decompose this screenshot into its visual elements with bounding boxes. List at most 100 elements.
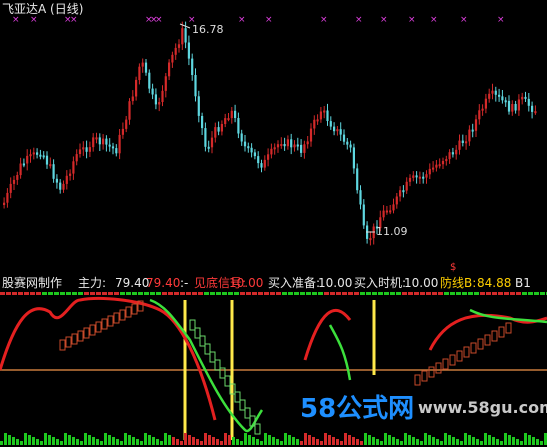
volume-bar [372,437,375,445]
volume-bar [368,435,371,445]
band-cell [414,292,419,295]
band-cell [72,292,77,295]
watermark-url: www.58gu.com [418,398,547,417]
volume-bar [76,439,79,445]
volume-bar [228,435,231,445]
band-cell [264,292,269,295]
band-cell [474,292,479,295]
band-cell [348,292,353,295]
band-cell [498,292,503,295]
volume-bar [460,441,463,445]
volume-bar [40,441,43,445]
band-cell [456,292,461,295]
step-box [83,327,90,339]
volume-bar [376,439,379,445]
volume-bar [440,441,443,445]
step-box [477,338,484,350]
band-cell [522,292,527,295]
volume-bar [124,433,127,445]
volume-bar [172,437,175,445]
volume-bar [296,439,299,445]
stock-chart[interactable]: × × ×× ××× × × × × × × × × × × [0,0,547,447]
volume-bar [476,439,479,445]
volume-bar [192,437,195,445]
step-box [414,374,421,386]
volume-bar [248,435,251,445]
band-cell [468,292,473,295]
step-box [71,333,78,345]
watermark-logo: 58公式网 [300,394,415,424]
band-cell [210,292,215,295]
volume-bar [428,435,431,445]
volume-bar [176,439,179,445]
volume-bar [200,441,203,445]
band-cell [366,292,371,295]
band-cell [534,292,539,295]
step-box [498,326,505,338]
volume-bar [48,435,51,445]
volume-bar [4,433,7,445]
volume-bar [272,437,275,445]
band-cell [54,292,59,295]
buy-timing-value: 10.00 [404,276,439,290]
volume-bar [252,437,255,445]
volume-bar [16,439,19,445]
volume-bar [424,433,427,445]
band-cell [222,292,227,295]
volume-bar [472,437,475,445]
band-cell [162,292,167,295]
band-cell [36,292,41,295]
volume-bar [420,441,423,445]
volume-bar [484,433,487,445]
band-cell [234,292,239,295]
separator-colon: :- [180,276,189,290]
volume-bar [72,437,75,445]
band-cell [144,292,149,295]
chart-title: 飞亚达A (日线) [2,2,84,16]
band-cell [246,292,251,295]
volume-bar [492,437,495,445]
band-cell [510,292,515,295]
band-cell [6,292,11,295]
band-cell [0,292,5,295]
band-cell [180,292,185,295]
volume-bar [304,433,307,445]
band-cell [192,292,197,295]
band-cell [90,292,95,295]
main-label: 主力: [78,276,107,290]
band-cell [228,292,233,295]
volume-bar [160,441,163,445]
band-cell [324,292,329,295]
volume-bar [28,435,31,445]
volume-bar [84,433,87,445]
volume-bar [164,433,167,445]
step-box [199,335,206,347]
volume-bar [348,435,351,445]
band-cell [390,292,395,295]
step-box [95,321,102,333]
signal-marker: × [265,15,273,25]
band-cell [420,292,425,295]
volume-bar [92,437,95,445]
signal-marker: × [30,15,38,25]
volume-bar [128,435,131,445]
volume-bar [88,435,91,445]
step-box [421,370,428,382]
volume-bar [36,439,39,445]
volume-bar [96,439,99,445]
band-cell [186,292,191,295]
volume-bar [328,435,331,445]
volume-bar [308,435,311,445]
band-cell [42,292,47,295]
band-cell [516,292,521,295]
band-cell [168,292,173,295]
volume-bar [396,439,399,445]
volume-bar [532,437,535,445]
volume-bar [324,433,327,445]
volume-bar [220,441,223,445]
volume-bar [188,435,191,445]
volume-bar [144,433,147,445]
band-cell [150,292,155,295]
volume-bar [216,439,219,445]
band-cell [78,292,83,295]
